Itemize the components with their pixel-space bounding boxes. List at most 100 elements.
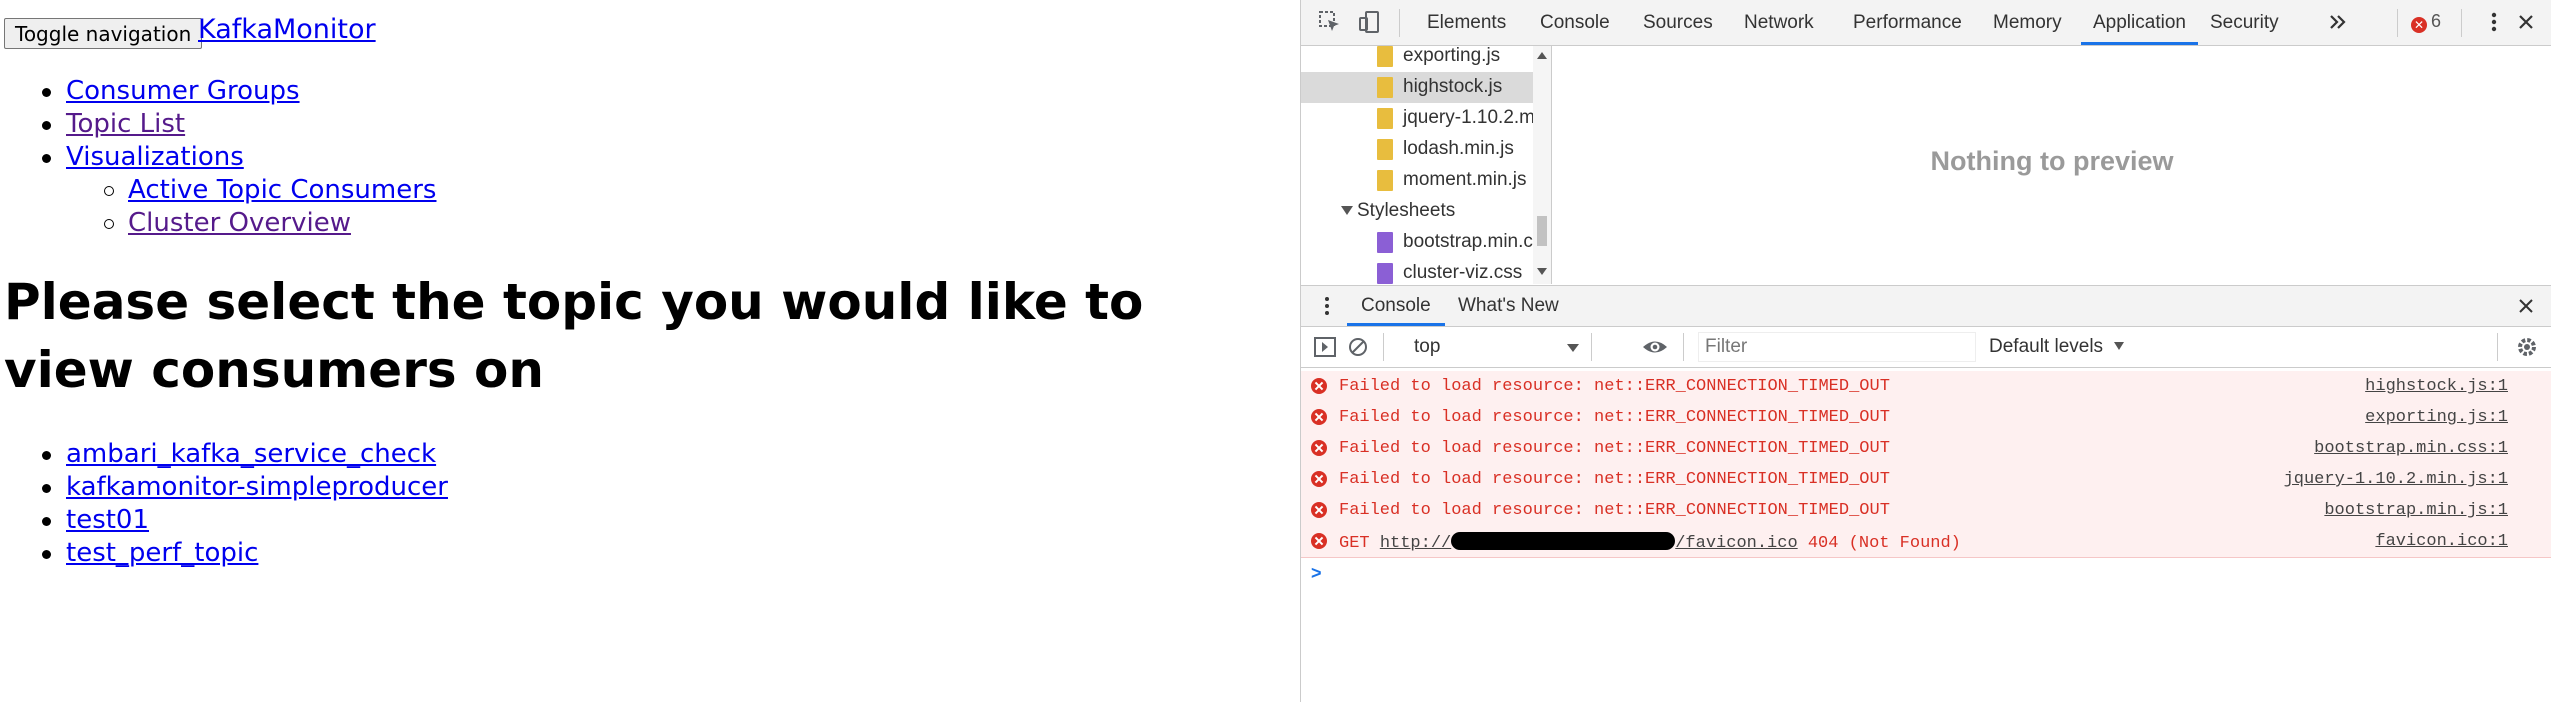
web-page: Toggle navigation KafkaMonitor Consumer … [0,0,1300,702]
drawer-tab-console[interactable]: Console [1347,286,1445,326]
tab-sources[interactable]: Sources [1643,0,1713,45]
context-value: top [1414,336,1441,357]
message-text: Failed to load resource: net::ERR_CONNEC… [1339,377,1890,396]
tree-item-label: cluster-viz.css [1403,262,1523,283]
console-prompt[interactable]: > [1311,563,1322,584]
message-source-link[interactable]: jquery-1.10.2.min.js:1 [2284,470,2508,489]
tree-item-js[interactable]: lodash.min.js [1301,134,1533,165]
resource-tree: exporting.js highstock.js jquery-1.10.2.… [1301,46,1552,284]
error-icon: ✕ [2411,17,2427,33]
error-icon [1311,440,1327,456]
message-source-link[interactable]: favicon.ico:1 [2375,532,2508,551]
message-text: Failed to load resource: net::ERR_CONNEC… [1339,408,1890,427]
nav-visualizations[interactable]: Visualizations [42,141,244,173]
error-icon [1311,378,1327,394]
expand-triangle-icon[interactable] [1341,206,1353,215]
scroll-down-icon[interactable] [1537,268,1547,275]
tab-network[interactable]: Network [1744,0,1814,45]
live-expression-eye-icon[interactable] [1641,336,1669,358]
tab-memory[interactable]: Memory [1993,0,2062,45]
toggle-navigation-button[interactable]: Toggle navigation [4,18,203,49]
error-icon [1311,502,1327,518]
console-error-message: GET http:///favicon.ico 404 (Not Found) … [1301,526,2551,558]
nav-consumer-groups[interactable]: Consumer Groups [42,75,300,107]
context-selector[interactable]: top [1414,332,1579,362]
device-toolbar-icon[interactable] [1357,9,1383,35]
js-file-icon [1377,77,1393,98]
more-tabs-icon[interactable] [2325,9,2351,35]
close-drawer-icon[interactable] [2515,295,2537,317]
console-error-message: Failed to load resource: net::ERR_CONNEC… [1301,433,2551,465]
tree-item-js[interactable]: highstock.js [1301,72,1533,103]
error-icon [1311,533,1327,549]
message-source-link[interactable]: exporting.js:1 [2365,408,2508,427]
clear-console-icon[interactable] [1347,336,1369,358]
message-source-link[interactable]: highstock.js:1 [2365,377,2508,396]
tree-item-label: bootstrap.min.c [1403,231,1533,252]
devtools-toolbar: Elements Console Sources Network Perform… [1301,0,2551,46]
message-text: GET http:// /favicon.ico 404 (Not Found) [1339,532,1961,553]
tree-item-js[interactable]: jquery-1.10.2.m [1301,103,1536,134]
tree-item-js[interactable]: exporting.js [1301,46,1533,72]
error-icon [1311,409,1327,425]
console-filter-input[interactable] [1698,332,1976,362]
topic-link[interactable]: kafkamonitor-simpleproducer [42,471,448,503]
brand-link[interactable]: KafkaMonitor [198,14,376,45]
topic-link[interactable]: ambari_kafka_service_check [41,438,436,470]
console-error-message: Failed to load resource: net::ERR_CONNEC… [1301,402,2551,434]
message-text: Failed to load resource: net::ERR_CONNEC… [1339,470,1890,489]
message-text: Failed to load resource: net::ERR_CONNEC… [1339,439,1890,458]
scroll-up-icon[interactable] [1537,52,1547,59]
tab-elements[interactable]: Elements [1427,0,1506,45]
tree-item-label: lodash.min.js [1403,138,1514,159]
tree-item-css[interactable]: bootstrap.min.c [1301,227,1533,258]
dropdown-arrow-icon [1567,344,1579,352]
drawer-tab-whats-new[interactable]: What's New [1458,286,1559,326]
console-settings-gear-icon[interactable] [2515,335,2539,359]
nav-topic-list[interactable]: Topic List [41,108,185,140]
tab-console[interactable]: Console [1540,0,1610,45]
tree-item-label: jquery-1.10.2.m [1403,107,1536,128]
tree-item-label: moment.min.js [1403,169,1527,190]
message-source-link[interactable]: bootstrap.min.css:1 [2314,439,2508,458]
page-heading: Please select the topic you would like t… [4,273,1144,399]
url-end: /favicon.ico [1675,534,1798,553]
css-file-icon [1377,263,1393,284]
topic-link[interactable]: test01 [41,504,149,536]
tree-scrollbar[interactable] [1533,46,1551,284]
close-devtools-icon[interactable] [2513,9,2539,35]
inspect-element-icon[interactable] [1317,9,1343,35]
devtools-panel: Elements Console Sources Network Perform… [1300,0,2551,702]
log-levels-dropdown[interactable]: Default levels [1989,332,2125,362]
console-error-message: Failed to load resource: net::ERR_CONNEC… [1301,371,2551,403]
tab-application[interactable]: Application [2081,0,2198,45]
tree-item-css[interactable]: cluster-viz.css [1301,258,1533,284]
js-file-icon [1377,170,1393,191]
tree-item-js[interactable]: moment.min.js [1301,165,1533,196]
scrollbar-thumb[interactable] [1537,216,1547,246]
dropdown-arrow-icon [2114,342,2125,350]
nav-active-topic-consumers[interactable]: Active Topic Consumers [103,174,436,206]
nav-cluster-overview[interactable]: Cluster Overview [104,207,351,239]
topic-link[interactable]: test_perf_topic [41,537,258,569]
error-count-badge[interactable]: ✕ 6 [2411,11,2441,33]
log-levels-label: Default levels [1989,336,2104,357]
sidebar-toggle-icon[interactable] [1313,336,1337,358]
preview-empty-text: Nothing to preview [1930,146,2174,176]
message-suffix: 404 (Not Found) [1797,534,1961,553]
kebab-menu-icon[interactable] [2481,9,2507,35]
tree-folder-label: Stylesheets [1357,200,1456,221]
message-url-link[interactable]: http:// /favicon.ico [1380,532,1798,553]
js-file-icon [1377,46,1393,67]
console-error-message: Failed to load resource: net::ERR_CONNEC… [1301,495,2551,527]
message-source-link[interactable]: bootstrap.min.js:1 [2324,501,2508,520]
js-file-icon [1377,139,1393,160]
tab-performance[interactable]: Performance [1853,0,1962,45]
drawer-menu-icon[interactable] [1315,294,1339,318]
tree-item-label: highstock.js [1403,76,1503,97]
tab-security[interactable]: Security [2210,0,2279,45]
redaction-mark [1451,532,1676,550]
tree-folder-stylesheets[interactable]: Stylesheets [1301,196,1533,227]
error-count: 6 [2431,11,2442,31]
tree-item-label: exporting.js [1403,46,1501,66]
